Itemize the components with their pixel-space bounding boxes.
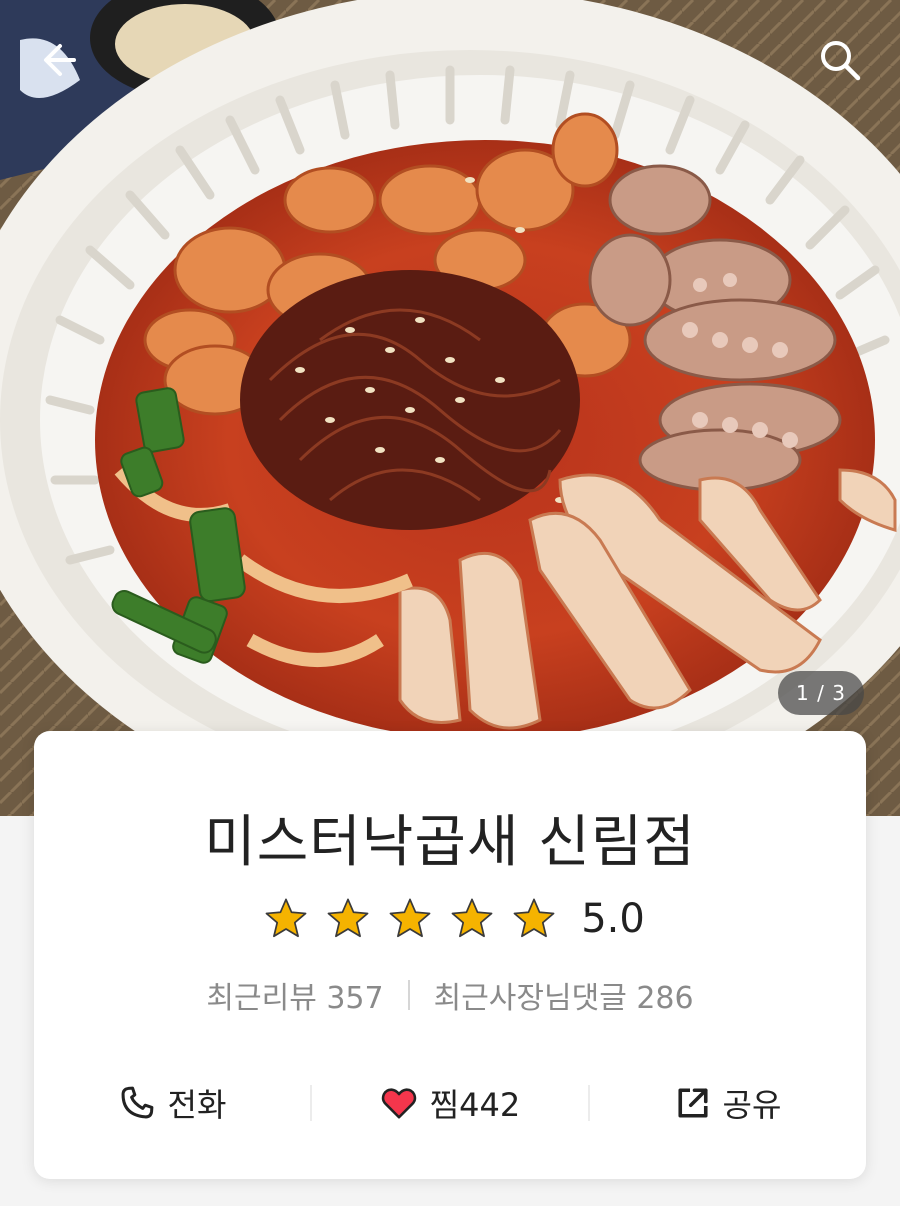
share-label: 공유 — [722, 1086, 782, 1124]
share-button[interactable]: 공유 — [590, 1080, 866, 1126]
store-detail-screen: 1 / 3 미스터낙곱새 신림점 5.0 최근리뷰 357 최근사장님댓글 28… — [0, 0, 900, 1206]
star-icon — [451, 898, 493, 938]
store-info-card: 미스터낙곱새 신림점 5.0 최근리뷰 357 최근사장님댓글 286 전화 찜… — [34, 731, 866, 1179]
like-label: 찜442 — [429, 1086, 521, 1124]
divider — [407, 980, 410, 1010]
search-button[interactable] — [810, 30, 870, 90]
rating-row[interactable]: 5.0 — [34, 891, 866, 947]
phone-icon — [121, 1086, 153, 1119]
store-photo-carousel[interactable]: 1 / 3 — [0, 0, 900, 816]
recent-reviews-link[interactable]: 최근리뷰 357 — [206, 973, 383, 1017]
star-icon — [389, 898, 431, 938]
action-bar: 전화 찜442 공유 — [34, 1073, 866, 1133]
like-button[interactable]: 찜442 — [312, 1080, 588, 1126]
star-icon — [265, 898, 307, 938]
heart-icon — [381, 1088, 416, 1119]
food-photo — [0, 0, 900, 816]
rating-value: 5.0 — [581, 896, 645, 942]
search-icon — [821, 41, 861, 81]
star-icon — [327, 898, 369, 938]
star-icon — [513, 898, 555, 938]
call-label: 전화 — [167, 1086, 227, 1124]
store-name: 미스터낙곱새 신림점 — [204, 810, 696, 875]
photo-counter: 1 / 3 — [778, 671, 864, 715]
recent-owner-comments-link[interactable]: 최근사장님댓글 286 — [434, 973, 694, 1017]
back-button[interactable] — [30, 30, 90, 90]
arrow-left-icon — [44, 44, 76, 76]
call-button[interactable]: 전화 — [34, 1080, 310, 1126]
share-icon — [677, 1088, 708, 1118]
review-counts-row: 최근리뷰 357 최근사장님댓글 286 — [34, 973, 866, 1017]
